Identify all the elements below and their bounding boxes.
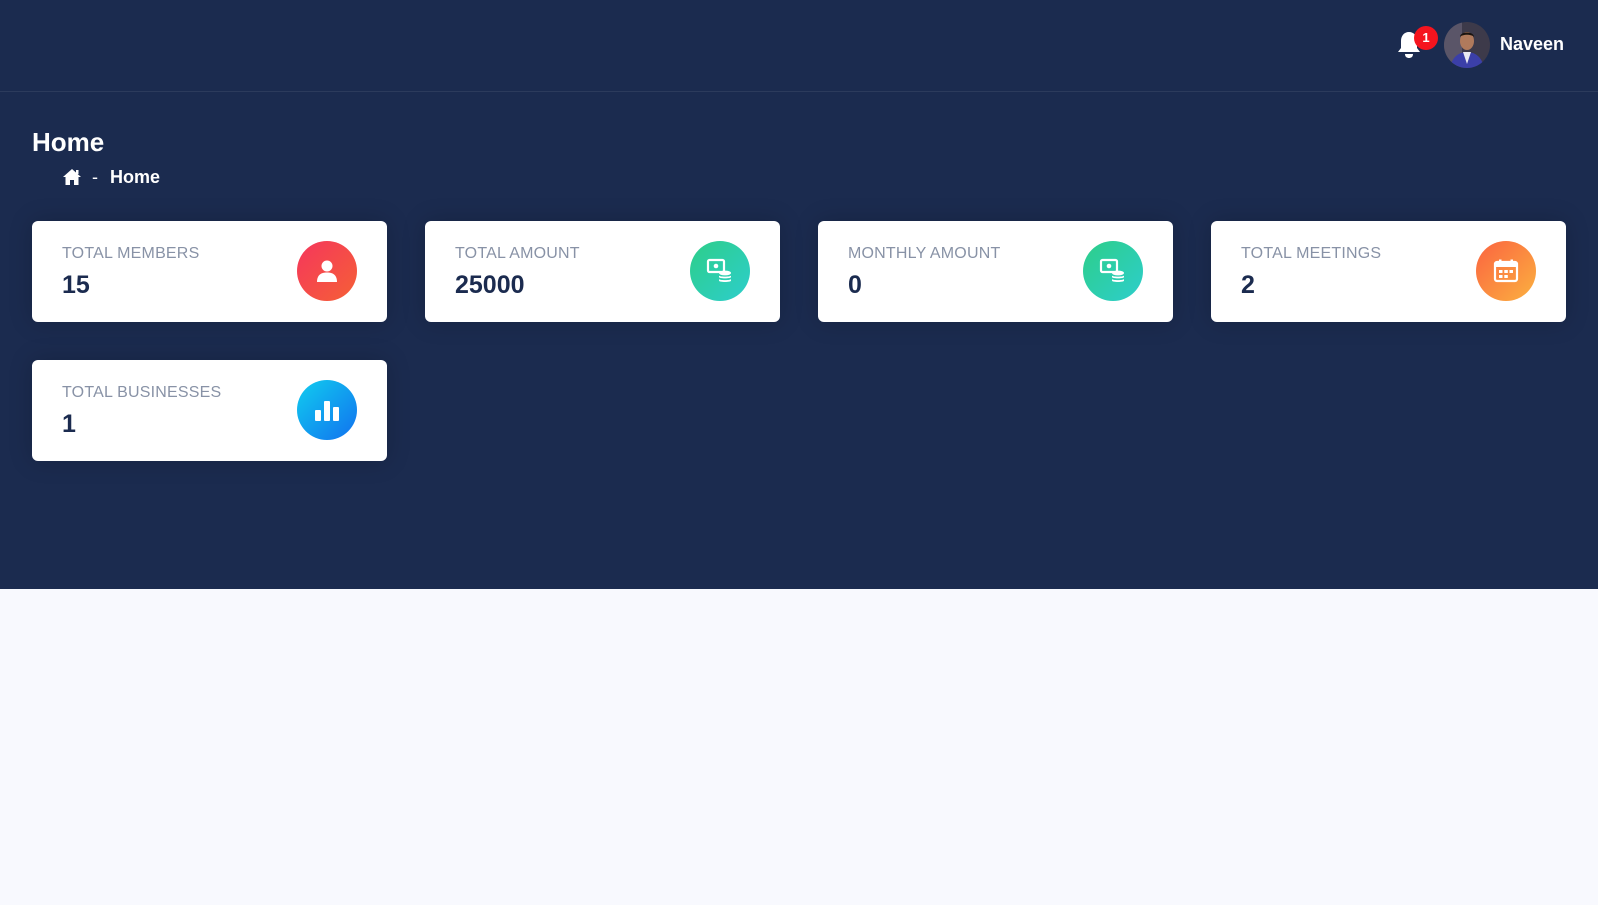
stat-value: 2: [1241, 271, 1255, 299]
stat-value: 1: [62, 410, 76, 438]
breadcrumb: - Home: [62, 165, 160, 189]
calendar-icon: [1476, 241, 1536, 301]
stat-label: TOTAL MEMBERS: [62, 245, 200, 262]
money-coins-icon: [690, 241, 750, 301]
bar-chart-icon: [297, 380, 357, 440]
stat-value: 25000: [455, 271, 525, 299]
stat-card-total-meetings: TOTAL MEETINGS 2: [1211, 221, 1566, 322]
money-coins-icon: [1083, 241, 1143, 301]
page-title: Home: [32, 127, 105, 157]
stat-card-total-businesses: TOTAL BUSINESSES 1: [32, 360, 387, 461]
stat-card-total-amount: TOTAL AMOUNT 25000: [425, 221, 780, 322]
home-icon[interactable]: [62, 168, 82, 186]
user-icon: [297, 241, 357, 301]
notification-count-badge: 1: [1414, 26, 1438, 50]
stat-card-total-members: TOTAL MEMBERS 15: [32, 221, 387, 322]
stat-card-monthly-amount: MONTHLY AMOUNT 0: [818, 221, 1173, 322]
stat-label: TOTAL BUSINESSES: [62, 384, 222, 401]
stat-value: 15: [62, 271, 90, 299]
stat-value: 0: [848, 271, 862, 299]
top-navbar: 1 Naveen: [0, 0, 1598, 92]
breadcrumb-current: Home: [110, 166, 161, 187]
stat-label: TOTAL MEETINGS: [1241, 245, 1382, 262]
stat-label: MONTHLY AMOUNT: [848, 245, 1001, 262]
avatar[interactable]: [1444, 22, 1490, 68]
stat-label: TOTAL AMOUNT: [455, 245, 580, 262]
header-background: 1 Naveen Home - Home TOTAL MEMBERS 15 TO…: [0, 0, 1598, 589]
breadcrumb-separator: -: [92, 166, 98, 187]
username[interactable]: Naveen: [1500, 34, 1564, 55]
